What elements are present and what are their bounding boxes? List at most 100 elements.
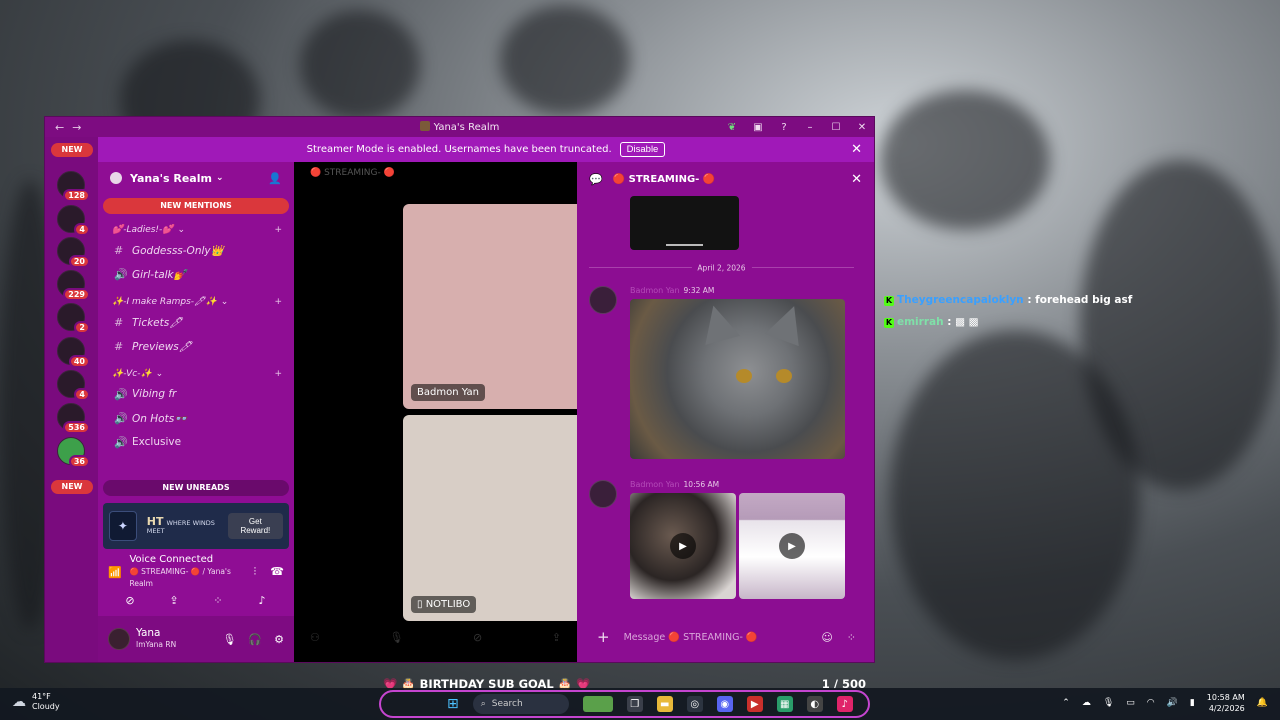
signal-icon[interactable]: 📶 <box>108 566 129 579</box>
leaf-icon[interactable]: ❦ <box>726 121 738 133</box>
notification-bell-icon[interactable]: 🔔 <box>1257 698 1268 708</box>
image-attachment[interactable] <box>630 299 845 459</box>
message-timestamp: 9:32 AM <box>683 286 715 295</box>
discord-icon[interactable]: ◉ <box>716 696 733 712</box>
video-attachment[interactable]: ▶ <box>739 493 845 599</box>
onedrive-icon[interactable]: ☁ <box>1082 698 1091 708</box>
chevron-up-icon[interactable]: ⌃ <box>1062 698 1070 708</box>
disable-streamer-mode-button[interactable]: Disable <box>619 142 666 157</box>
clock[interactable]: 10:58 AM 4/2/2026 <box>1207 692 1245 714</box>
avatar[interactable] <box>589 480 617 508</box>
server-icon-6[interactable]: 40 <box>57 337 90 368</box>
camera-off-icon[interactable]: ⊘ <box>113 591 147 609</box>
add-member-icon[interactable]: 👤 <box>268 172 282 185</box>
battery-icon[interactable]: ▮ <box>1190 698 1195 708</box>
server-icon-2[interactable]: 4 <box>57 205 90 236</box>
message-author[interactable]: Badmon Yan <box>630 480 680 489</box>
task-view-icon[interactable]: ❐ <box>626 696 643 712</box>
close-window-button[interactable]: ✕ <box>856 121 868 133</box>
minimize-button[interactable]: – <box>804 121 816 133</box>
camera-control-icon[interactable]: ⊘ <box>473 631 482 644</box>
cloud-icon: ☁ <box>12 694 26 710</box>
obs-icon[interactable]: ◎ <box>686 696 703 712</box>
promo-banner[interactable]: ✦ HT WHERE WINDS MEET Get Reward! <box>103 503 289 549</box>
text-channel-icon: # <box>114 243 124 257</box>
channel-tickets[interactable]: # Tickets🖊 <box>98 310 294 334</box>
category-vc[interactable]: ✨-Vc-✨ ⌄ + <box>98 366 294 382</box>
create-channel-icon[interactable]: + <box>274 369 282 379</box>
get-reward-button[interactable]: Get Reward! <box>227 513 283 539</box>
new-pill-bottom[interactable]: NEW <box>51 480 93 494</box>
voice-location[interactable]: 🔴 STREAMING- 🔴 / Yana's Realm <box>129 566 253 590</box>
create-channel-icon[interactable]: + <box>274 297 282 307</box>
new-unreads-pill[interactable]: NEW UNREADS <box>103 480 289 496</box>
noise-suppression-icon[interactable]: ⫶ <box>254 565 257 579</box>
tiktok-icon[interactable]: ♪ <box>836 696 853 712</box>
server-header[interactable]: Yana's Realm ⌄ 👤 <box>98 162 294 194</box>
category-ramps[interactable]: ✨-I make Ramps-🖊✨ ⌄ + <box>98 294 294 310</box>
channel-vibing-fr[interactable]: 🔊 Vibing fr <box>98 382 294 406</box>
file-explorer-icon[interactable]: ▬ <box>656 696 673 712</box>
server-icon-1[interactable]: 128 <box>57 171 90 202</box>
apps-icon[interactable]: ⁘ <box>847 631 856 644</box>
emoji-icon[interactable]: ☺ <box>821 631 832 644</box>
taskbar-center: ⊞ ⌕ Search ❐ ▬ ◎ ◉ ▶ ▦ ◐ ♪ <box>379 690 870 718</box>
server-icon-7[interactable]: 4 <box>57 370 90 401</box>
video-thumbnail[interactable] <box>630 196 739 250</box>
new-pill-top[interactable]: NEW <box>51 143 93 157</box>
message-author[interactable]: Badmon Yan <box>630 286 680 295</box>
play-icon[interactable]: ▶ <box>670 533 696 559</box>
voice-channel-icon: 🔊 <box>114 435 128 449</box>
attach-plus-icon[interactable]: + <box>597 628 610 646</box>
help-icon[interactable]: ? <box>778 121 790 133</box>
voice-connected-label: Voice Connected <box>129 554 214 565</box>
server-icon-8[interactable]: 536 <box>57 403 90 434</box>
microphone-icon[interactable]: 🎙 <box>222 633 236 646</box>
category-ladies[interactable]: 💕-Ladies!-💕 ⌄ + <box>98 222 294 238</box>
new-mentions-pill[interactable]: NEW MENTIONS <box>103 198 289 214</box>
share-control-icon[interactable]: ⇪ <box>552 631 561 644</box>
close-icon[interactable]: ✕ <box>851 172 862 187</box>
banner-text: Streamer Mode is enabled. Usernames have… <box>306 144 612 155</box>
mic-control-icon[interactable]: 🎙 <box>389 631 403 644</box>
server-icon-5[interactable]: 2 <box>57 303 90 334</box>
channel-girl-talk[interactable]: 🔊 Girl-talk💅 <box>98 262 294 286</box>
screen-share-icon[interactable]: ⇪ <box>157 591 191 609</box>
taskbar-search[interactable]: ⌕ Search <box>472 694 569 714</box>
message-input[interactable]: Message 🔴 STREAMING- 🔴 <box>624 632 758 643</box>
activities-icon[interactable]: ⁘ <box>201 591 235 609</box>
weather-widget[interactable]: ☁ 41°F Cloudy <box>12 692 60 712</box>
maximize-button[interactable]: ☐ <box>830 121 842 133</box>
wifi-icon[interactable]: ◠ <box>1147 698 1155 708</box>
server-icon-4[interactable]: 229 <box>57 270 90 301</box>
microphone-icon[interactable]: 🎙 <box>1103 698 1114 708</box>
close-icon[interactable]: ✕ <box>851 142 862 157</box>
youtube-icon[interactable]: ▶ <box>746 696 763 712</box>
soundboard-icon[interactable]: ♪ <box>245 591 279 609</box>
user-status: ImYana RN <box>136 640 177 649</box>
server-icon-3[interactable]: 20 <box>57 237 90 268</box>
play-icon[interactable]: ▶ <box>779 533 805 559</box>
video-tile-1[interactable]: Badmon Yan <box>403 204 577 409</box>
channel-previews[interactable]: # Previews🖊 <box>98 334 294 358</box>
avatar[interactable] <box>589 286 617 314</box>
create-channel-icon[interactable]: + <box>274 225 282 235</box>
channel-on-hots[interactable]: 🔊 On Hots👓 <box>98 406 294 430</box>
channel-exclusive[interactable]: 🔊 Exclusive <box>98 430 294 454</box>
inbox-icon[interactable]: ▣ <box>752 121 764 133</box>
disconnect-icon[interactable]: ☎ <box>270 565 284 579</box>
settings-gear-icon[interactable]: ⚙ <box>274 633 284 646</box>
steam-icon[interactable]: ◐ <box>806 696 823 712</box>
people-icon[interactable]: ⚇ <box>310 631 320 644</box>
display-icon[interactable]: ▭ <box>1126 698 1135 708</box>
video-tile-2[interactable]: ▯ NOTLIBO <box>403 415 577 621</box>
avatar[interactable] <box>108 628 130 650</box>
video-attachment[interactable]: ▶ <box>630 493 736 599</box>
channel-goddesss-only[interactable]: # Goddesss-Only👑 <box>98 238 294 262</box>
app-icon[interactable]: ▦ <box>776 696 793 712</box>
windows-start-icon[interactable]: ⊞ <box>447 696 459 712</box>
headphones-icon[interactable]: 🎧 <box>248 633 262 646</box>
widgets-app-icon[interactable] <box>582 696 613 712</box>
server-icon-9[interactable]: 36 <box>57 437 90 468</box>
volume-icon[interactable]: 🔊 <box>1167 698 1178 708</box>
